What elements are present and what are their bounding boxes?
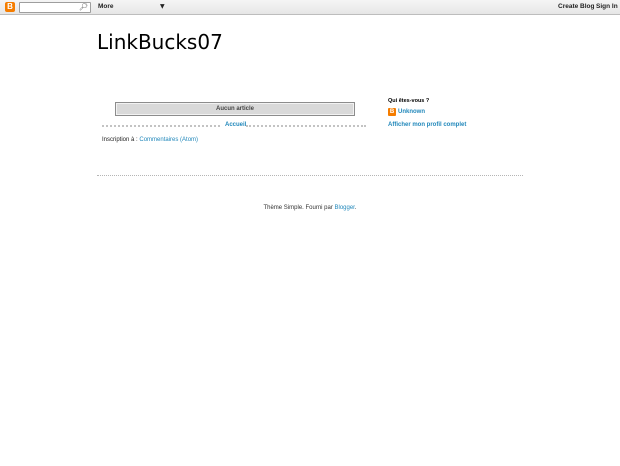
- profile-blogger-icon: B: [388, 108, 396, 116]
- search-icon[interactable]: 🔎︎: [79, 3, 88, 12]
- no-posts-message: Aucun article: [115, 102, 355, 116]
- attribution: Thème Simple. Fourni par Blogger.: [0, 204, 620, 212]
- attribution-suffix: .: [354, 205, 357, 211]
- navbar: B 🔎︎ More ▼ Create Blog Sign In: [0, 0, 620, 15]
- pager-divider-right: [246, 125, 366, 127]
- blog-title[interactable]: LinkBucks07: [97, 30, 223, 54]
- search-input[interactable]: 🔎︎: [19, 2, 91, 13]
- blogger-logo-icon[interactable]: B: [5, 2, 15, 12]
- chevron-down-icon[interactable]: ▼: [160, 2, 165, 12]
- footer-divider: [97, 175, 523, 176]
- home-link[interactable]: Accueil: [225, 121, 246, 129]
- pager-divider-left: [102, 125, 220, 127]
- profile-heading: Qui êtes-vous ?: [388, 98, 430, 104]
- more-button[interactable]: More: [98, 2, 114, 12]
- profile-full-link[interactable]: Afficher mon profil complet: [388, 121, 466, 129]
- subscribe-prefix: Inscription à :: [102, 137, 138, 143]
- blogger-link[interactable]: Blogger: [335, 205, 355, 211]
- sign-in-link[interactable]: Sign In: [596, 2, 618, 12]
- atom-feed-link[interactable]: Commentaires (Atom): [139, 137, 198, 143]
- attribution-prefix: Thème Simple. Fourni par: [263, 205, 335, 211]
- subscribe-line: Inscription à : Commentaires (Atom): [102, 136, 198, 144]
- create-blog-link[interactable]: Create Blog: [558, 2, 594, 12]
- profile-name-link[interactable]: Unknown: [398, 108, 425, 116]
